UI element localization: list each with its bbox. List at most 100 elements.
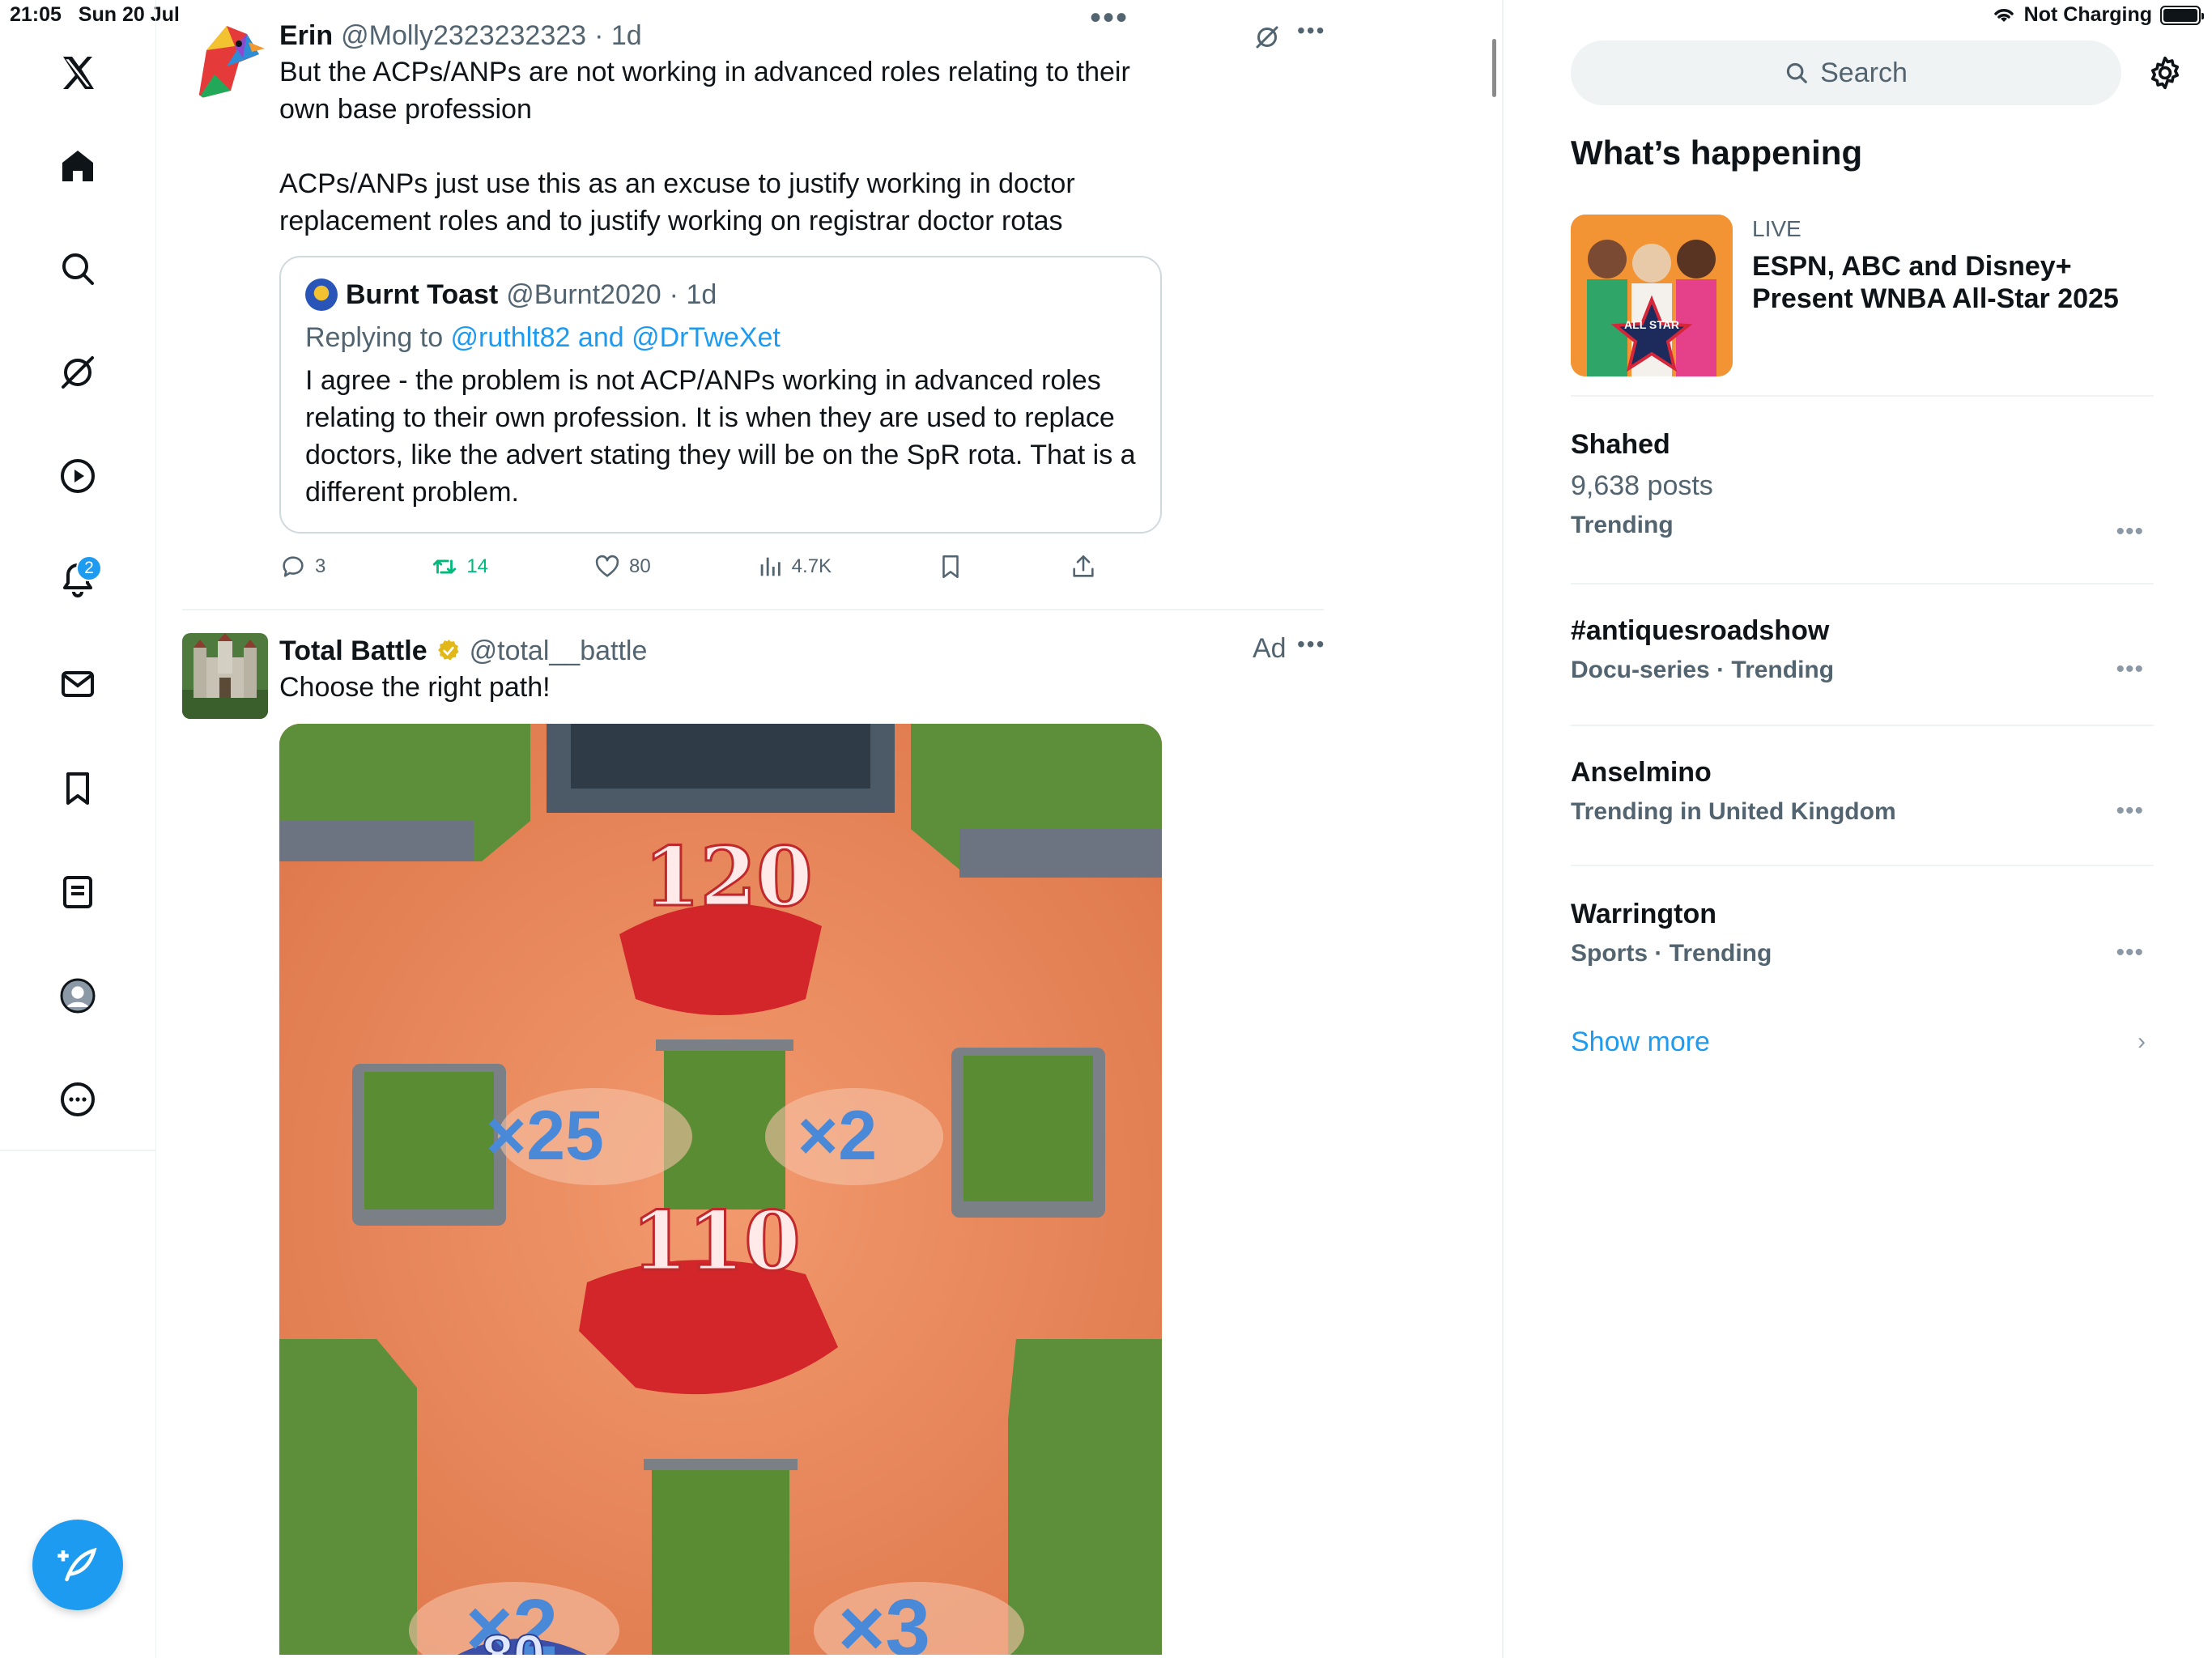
ad-label: Ad xyxy=(1253,633,1287,664)
like-button[interactable]: 80 xyxy=(593,553,651,580)
bookmarks-icon[interactable] xyxy=(53,764,102,813)
chevron-right-icon: › xyxy=(2138,1028,2146,1055)
ad-number-middle: 110 xyxy=(631,1192,802,1290)
notifications-badge: 2 xyxy=(76,555,102,581)
author-handle[interactable]: @Molly2323232323 xyxy=(341,18,586,53)
trend-item[interactable]: Shahed 9,638 posts Trending ••• xyxy=(1571,429,2154,545)
scrollbar[interactable] xyxy=(1492,39,1496,97)
trend-name: Anselmino xyxy=(1571,757,1712,788)
trend-name: #antiquesroadshow xyxy=(1571,615,1830,646)
like-count: 80 xyxy=(629,555,651,577)
views-count: 4.7K xyxy=(791,555,832,577)
grok-icon[interactable] xyxy=(1253,23,1282,52)
reply-button[interactable]: 3 xyxy=(279,553,325,580)
live-event-thumbnail: ALL STAR xyxy=(1571,215,1733,376)
tweet-header: Total Battle @total__battle xyxy=(279,633,1162,669)
quote-time: · 1d xyxy=(669,278,717,310)
share-button[interactable] xyxy=(1070,553,1097,580)
avatar[interactable] xyxy=(182,18,268,104)
messages-icon[interactable] xyxy=(53,660,102,708)
settings-gear-icon[interactable] xyxy=(2147,55,2183,91)
retweet-button[interactable]: 14 xyxy=(431,553,488,580)
author-handle[interactable]: @total__battle xyxy=(470,633,648,669)
trend-divider xyxy=(1571,395,2154,397)
search-icon xyxy=(1786,62,1807,83)
reply-icon xyxy=(283,556,304,577)
quote-tweet[interactable]: Burnt Toast @Burnt2020 · 1d Replying to … xyxy=(279,256,1162,534)
more-icon[interactable] xyxy=(53,1075,102,1124)
trend-divider xyxy=(1571,865,2154,866)
tweet[interactable]: Erin @Molly2323232323 · 1d But the ACPs/… xyxy=(182,18,1324,601)
trend-item[interactable]: Warrington Sports · Trending ••• xyxy=(1571,899,2154,967)
ad-gate-left: ×25 xyxy=(486,1097,604,1175)
trend-name: Warrington xyxy=(1571,899,1717,929)
ad-gate-bottom-right: ×3 xyxy=(838,1583,931,1655)
avatar[interactable] xyxy=(182,633,268,719)
lists-icon[interactable] xyxy=(53,868,102,916)
home-icon[interactable] xyxy=(53,142,102,190)
search-input[interactable]: Search xyxy=(1571,40,2121,105)
author-name[interactable]: Total Battle xyxy=(279,633,428,669)
tweet-more-icon[interactable]: ••• xyxy=(1297,18,1325,44)
trend-more-icon[interactable]: ••• xyxy=(2116,518,2144,546)
show-more-link[interactable]: Show more xyxy=(1571,1027,1710,1058)
grok-icon[interactable] xyxy=(53,348,102,397)
trend-meta: Docu-series · Trending xyxy=(1571,657,1835,683)
views-button[interactable]: 4.7K xyxy=(756,553,832,580)
ad-media-image[interactable]: 120 110 ×25 ×2 ×2 ×3 80 xyxy=(279,724,1162,1655)
live-event-title: ESPN, ABC and Disney+ Present WNBA All-S… xyxy=(1752,251,2119,314)
trend-meta: Trending xyxy=(1571,512,1674,538)
author-name[interactable]: Erin xyxy=(279,18,333,53)
tweet-text: But the ACPs/ANPs are not working in adv… xyxy=(279,57,1130,236)
tweet-more-icon[interactable]: ••• xyxy=(1297,631,1325,657)
nav-divider xyxy=(0,1150,156,1151)
trend-more-icon[interactable]: ••• xyxy=(2116,939,2144,967)
left-nav: 2 xyxy=(0,0,156,1658)
trend-item[interactable]: Anselmino Trending in United Kingdom ••• xyxy=(1571,757,2154,826)
section-title: What’s happening xyxy=(1571,134,1863,172)
tweet-text: Choose the right path! xyxy=(279,672,551,703)
live-label: LIVE xyxy=(1752,216,1802,241)
live-thumb-text: ALL STAR xyxy=(1624,318,1679,331)
x-logo-icon[interactable] xyxy=(53,49,102,97)
trend-item[interactable]: #antiquesroadshow Docu-series · Trending… xyxy=(1571,615,2154,684)
quote-avatar xyxy=(305,278,338,311)
ad-gate-right: ×2 xyxy=(798,1097,878,1175)
verified-badge-icon xyxy=(437,640,459,661)
trend-name: Shahed xyxy=(1571,429,1670,460)
replying-users-link[interactable]: @ruthlt82 and @DrTweXet xyxy=(451,322,781,353)
tweet-header: Erin @Molly2323232323 · 1d xyxy=(279,18,1162,53)
compose-feather-icon xyxy=(57,1547,97,1582)
video-icon[interactable] xyxy=(53,452,102,500)
tweet-actions: 3 14 80 4.7K xyxy=(279,553,1097,580)
compose-button[interactable] xyxy=(32,1520,123,1610)
quote-author-name: Burnt Toast xyxy=(346,278,499,310)
trend-meta: Sports · Trending xyxy=(1571,940,1772,967)
views-icon xyxy=(760,557,781,576)
bookmark-icon xyxy=(942,555,959,579)
search-icon[interactable] xyxy=(53,244,102,293)
retweet-count: 14 xyxy=(466,555,489,577)
right-sidebar: Search What’s happening ALL STAR LIVE ES… xyxy=(1571,0,2202,1658)
share-icon xyxy=(1073,555,1094,577)
live-event-card[interactable]: ALL STAR LIVE ESPN, ABC and Disney+ Pres… xyxy=(1571,215,2154,376)
trend-more-icon[interactable]: ••• xyxy=(2116,797,2144,825)
notifications-icon[interactable]: 2 xyxy=(53,555,102,604)
quote-author-handle: @Burnt2020 xyxy=(506,278,661,310)
ad-number-top: 120 xyxy=(643,828,815,926)
search-placeholder: Search xyxy=(1820,57,1908,88)
profile-icon[interactable] xyxy=(53,971,102,1020)
tweet-time[interactable]: · 1d xyxy=(594,18,642,53)
retweet-icon xyxy=(433,559,457,574)
tweet[interactable]: Total Battle @total__battle Choose the r… xyxy=(182,631,1325,1658)
tweet-divider xyxy=(182,609,1324,610)
trend-divider xyxy=(1571,583,2154,585)
reply-count: 3 xyxy=(315,555,326,577)
trend-divider xyxy=(1571,725,2154,726)
ad-number-bottom: 80 xyxy=(481,1622,546,1655)
trend-meta: Trending in United Kingdom xyxy=(1571,798,1896,825)
trend-more-icon[interactable]: ••• xyxy=(2116,656,2144,683)
trend-posts: 9,638 posts xyxy=(1571,470,1713,501)
heart-icon xyxy=(595,555,619,577)
bookmark-button[interactable] xyxy=(937,553,964,580)
